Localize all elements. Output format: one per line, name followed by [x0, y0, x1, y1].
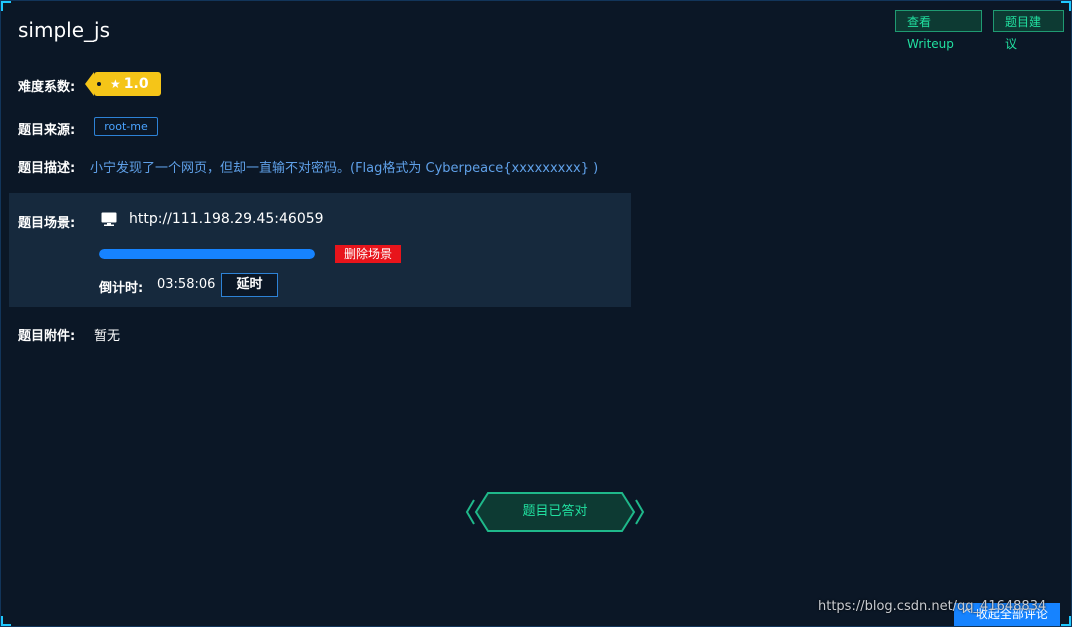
challenge-title: simple_js	[18, 18, 110, 42]
scene-progress-fill	[99, 249, 315, 259]
answered-status-label: 题目已答对	[522, 504, 588, 519]
corner-decoration	[1, 1, 11, 11]
scene-progress-bar	[99, 249, 315, 259]
tag-hole	[97, 82, 101, 86]
watermark-text: https://blog.csdn.net/qq_41648834	[818, 599, 1047, 614]
delete-scene-button[interactable]: 删除场景	[335, 245, 401, 263]
monitor-icon	[101, 212, 117, 226]
description-text: 小宁发现了一个网页，但却一直输不对密码。(Flag格式为 Cyberpeace{…	[90, 161, 599, 176]
source-tag[interactable]: root-me	[94, 117, 158, 136]
countdown-label: 倒计时:	[99, 281, 144, 296]
difficulty-label: 难度系数:	[18, 80, 76, 95]
attachment-label: 题目附件:	[18, 329, 76, 344]
view-writeup-button[interactable]: 查看Writeup	[895, 10, 982, 51]
corner-decoration	[1061, 616, 1071, 626]
answered-status-button[interactable]: 题目已答对	[464, 490, 646, 534]
suggest-button[interactable]: 题目建议	[993, 10, 1064, 51]
difficulty-badge: ★ 1.0	[85, 72, 161, 96]
scene-label: 题目场景:	[18, 216, 76, 231]
star-icon: ★	[110, 77, 121, 91]
scene-url-link[interactable]: http://111.198.29.45:46059	[129, 211, 324, 227]
extend-time-button[interactable]: 延时	[221, 273, 278, 297]
attachment-value: 暂无	[94, 329, 121, 344]
source-label: 题目来源:	[18, 123, 76, 138]
description-label: 题目描述:	[18, 161, 76, 176]
corner-decoration	[1, 616, 11, 626]
scene-panel: 题目场景: http://111.198.29.45:46059 删除场景 倒计…	[9, 193, 631, 307]
difficulty-value: 1.0	[123, 76, 149, 92]
countdown-value: 03:58:06	[157, 277, 216, 292]
